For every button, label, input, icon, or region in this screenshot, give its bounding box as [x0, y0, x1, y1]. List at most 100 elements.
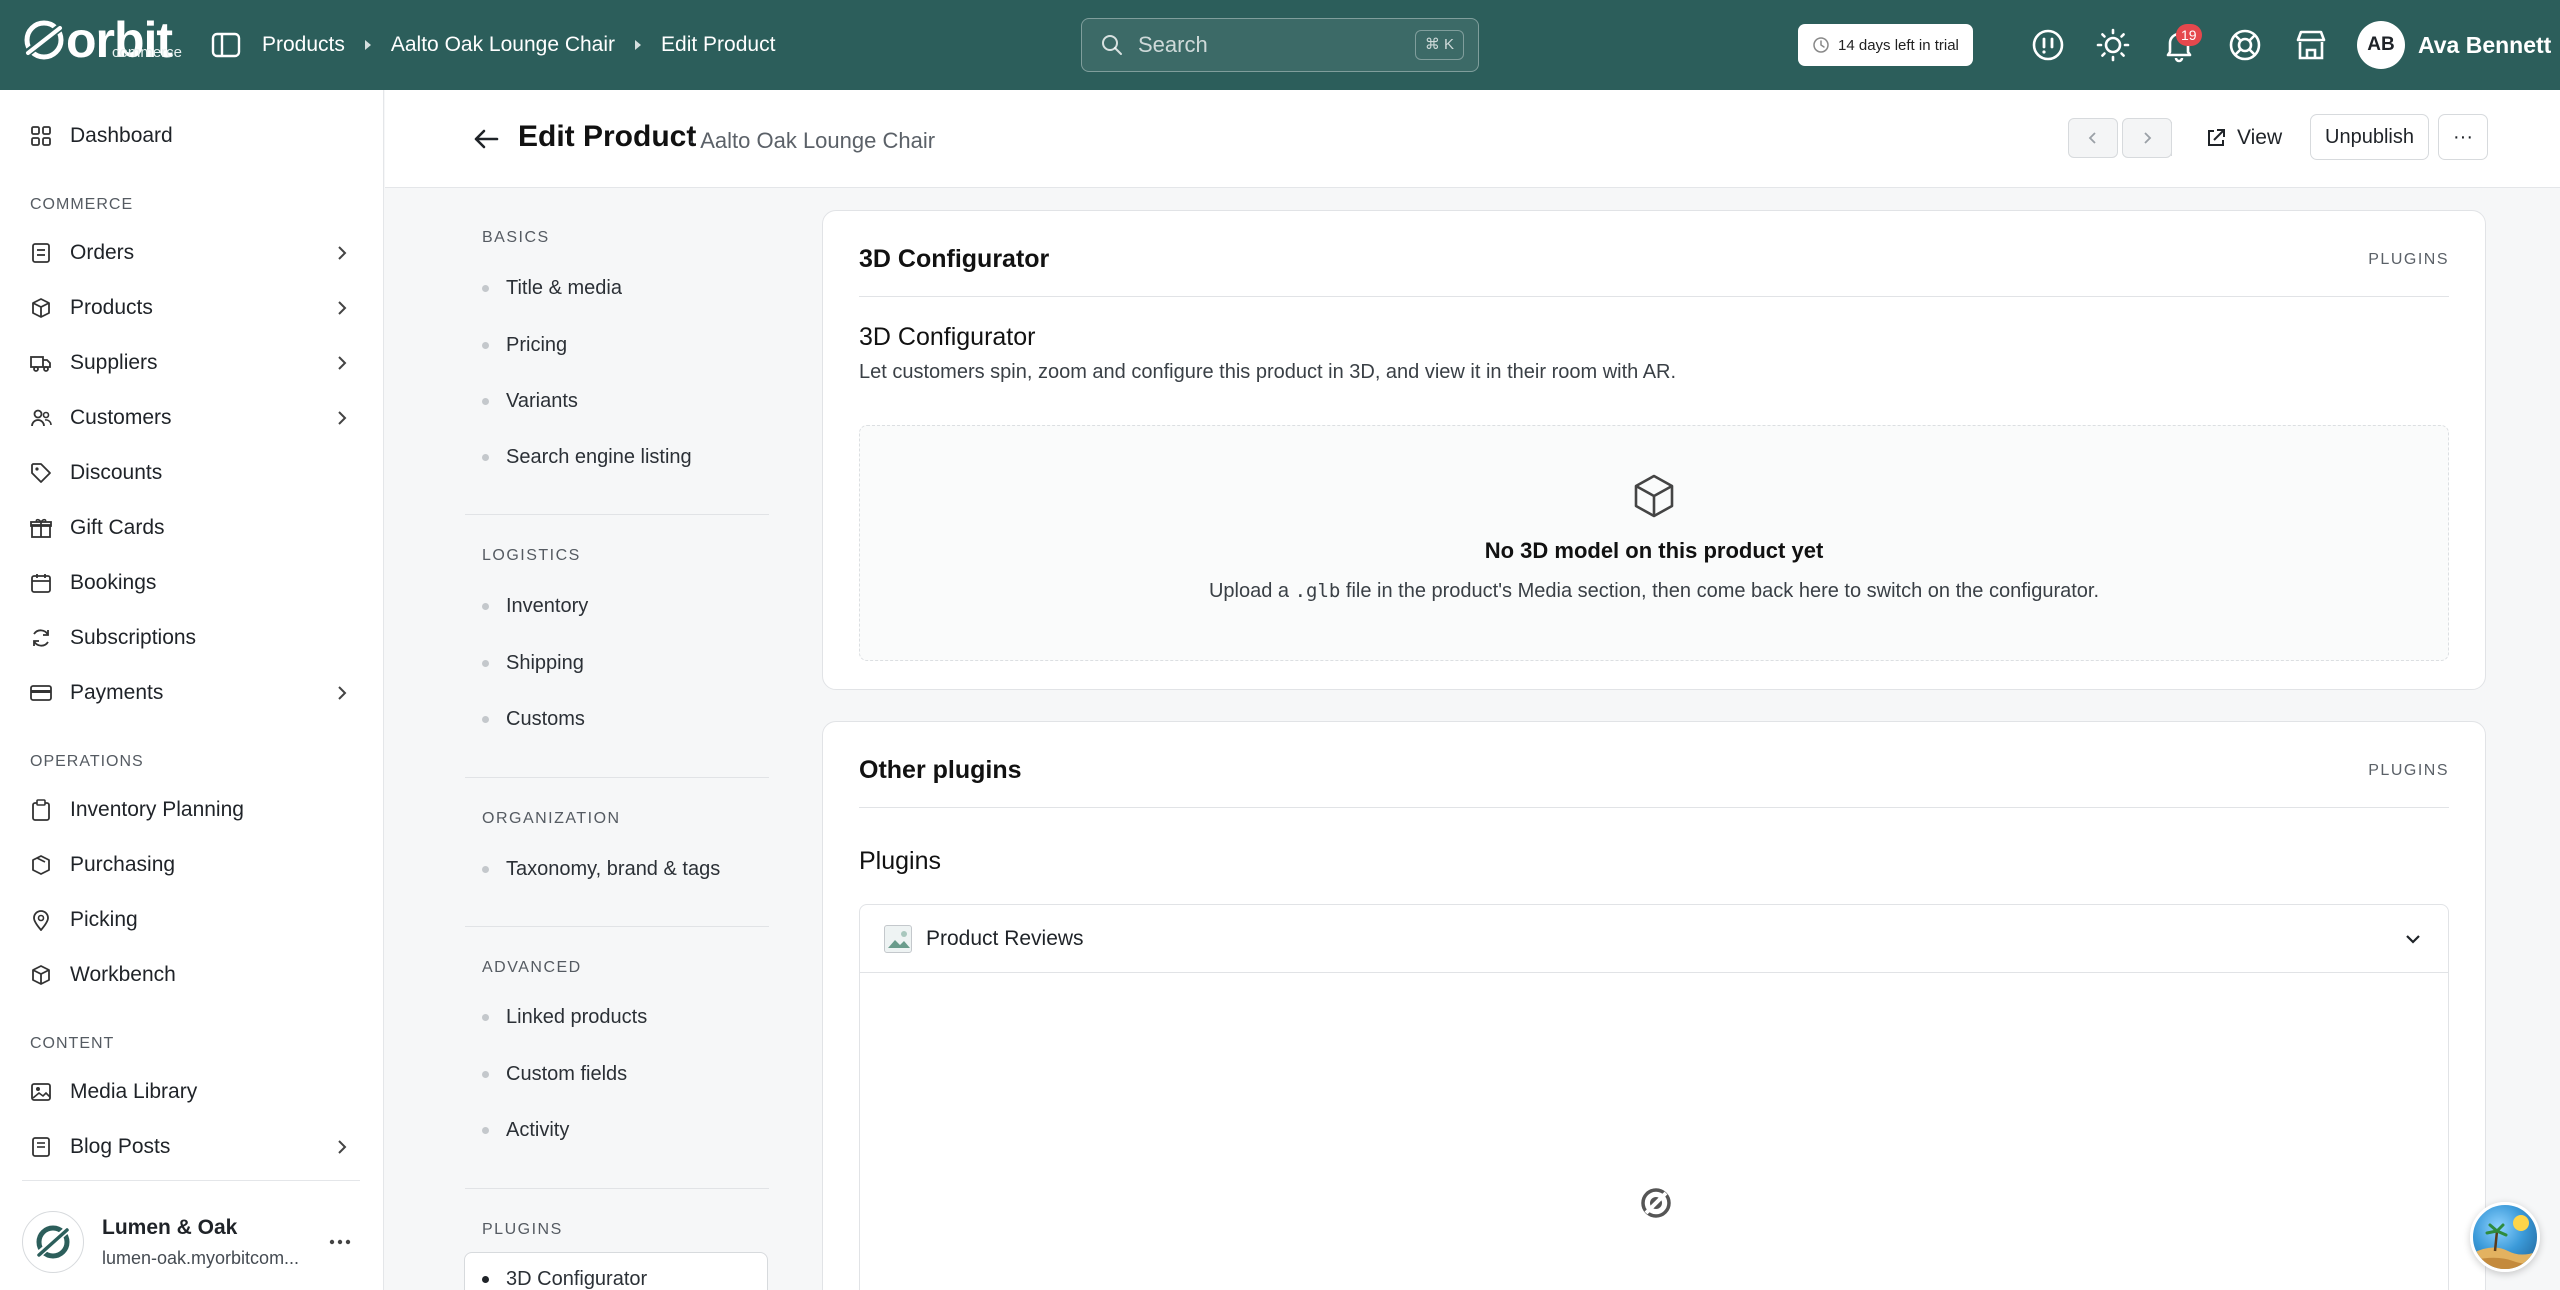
sidebar-item-label: Gift Cards [70, 516, 165, 539]
store-name: Lumen & Oak [102, 1215, 238, 1239]
page-title: Edit Product [518, 120, 697, 153]
sidebar-item-gift-cards[interactable]: Gift Cards [0, 503, 384, 553]
chevron-right-icon [338, 1140, 347, 1154]
breadcrumb-product-name[interactable]: Aalto Oak Lounge Chair [391, 33, 615, 57]
section-nav-divider [465, 514, 769, 515]
section-nav-item-shipping[interactable]: Shipping [482, 648, 584, 678]
chevron-left-icon [2088, 132, 2096, 144]
sidebar-item-inventory-planning[interactable]: Inventory Planning [0, 785, 384, 835]
unpublish-button[interactable]: Unpublish [2310, 114, 2429, 160]
sidebar-item-products[interactable]: Products [0, 283, 384, 333]
empty-desc-text: Upload a [1208, 580, 1295, 602]
breadcrumb-separator-icon [635, 40, 642, 50]
breadcrumb-products[interactable]: Products [262, 33, 345, 57]
top-bar: orbit commerce Products Aalto Oak Lounge… [0, 0, 2560, 90]
breadcrumb: Products Aalto Oak Lounge Chair Edit Pro… [262, 0, 775, 90]
bullet [482, 1275, 489, 1283]
page-header: Edit Product · Aalto Oak Lounge Chair Vi… [385, 90, 2560, 188]
avatar[interactable]: AB [2357, 21, 2405, 69]
section-nav-heading-organization: ORGANIZATION [482, 810, 621, 827]
tag-icon [31, 463, 51, 483]
section-nav-item-seo[interactable]: Search engine listing [482, 442, 692, 472]
sidebar-item-payments[interactable]: Payments [0, 668, 384, 718]
storefront-button[interactable] [2292, 26, 2330, 64]
sidebar-item-label: Inventory Planning [70, 798, 244, 821]
sidebar-item-orders[interactable]: Orders [0, 228, 384, 278]
store-switcher[interactable]: Lumen & Oak lumen-oak.myorbitcom... [22, 1202, 372, 1282]
assistant-launcher-button[interactable] [2470, 1202, 2540, 1272]
section-nav-item-activity[interactable]: Activity [482, 1115, 569, 1145]
trial-text: 14 days left in trial [1838, 36, 1959, 54]
section-nav-label: Inventory [506, 594, 589, 617]
refresh-icon [33, 629, 49, 647]
cube-icon [32, 965, 50, 985]
sidebar-divider [22, 1180, 360, 1181]
section-nav-item-customs[interactable]: Customs [482, 704, 585, 734]
sidebar-item-label: Payments [70, 681, 164, 704]
image-icon [31, 1083, 51, 1101]
orbit-logo-icon [23, 20, 65, 60]
section-nav-label: Taxonomy, brand & tags [506, 857, 721, 880]
section-nav-item-taxonomy[interactable]: Taxonomy, brand & tags [482, 854, 720, 884]
store-icon [2296, 30, 2326, 60]
sidebar-item-dashboard[interactable]: Dashboard [0, 111, 384, 161]
sidebar-toggle-button[interactable] [210, 29, 242, 61]
sidebar-item-discounts[interactable]: Discounts [0, 448, 384, 498]
bullet [482, 865, 489, 873]
view-button[interactable]: View [2205, 118, 2282, 158]
card-divider [859, 296, 2449, 297]
sidebar-item-blog-posts[interactable]: Blog Posts [0, 1122, 384, 1172]
section-nav-item-pricing[interactable]: Pricing [482, 330, 567, 360]
configurator-section-title: 3D Configurator [859, 323, 1036, 351]
sidebar-item-suppliers[interactable]: Suppliers [0, 338, 384, 388]
sidebar-item-label: Subscriptions [70, 626, 197, 649]
user-name[interactable]: Ava Bennett [2418, 0, 2551, 90]
sidebar-toggle-icon [211, 32, 241, 58]
sidebar-item-bookings[interactable]: Bookings [0, 558, 384, 608]
support-button[interactable] [2226, 26, 2264, 64]
section-nav-label: Search engine listing [506, 445, 692, 468]
section-nav-item-variants[interactable]: Variants [482, 386, 578, 416]
sidebar-item-subscriptions[interactable]: Subscriptions [0, 613, 384, 663]
section-nav-label: Customs [506, 707, 585, 730]
trial-badge[interactable]: 14 days left in trial [1798, 24, 1973, 66]
product-reviews-accordion-header[interactable]: Product Reviews [860, 905, 2448, 973]
next-product-button[interactable] [2122, 118, 2172, 158]
loading-spinner-icon [1641, 1188, 1671, 1218]
more-actions-button[interactable]: ··· [2438, 114, 2488, 160]
sidebar-item-label: Blog Posts [70, 1135, 171, 1158]
more-horizontal-icon[interactable] [326, 1232, 354, 1252]
previous-product-button[interactable] [2068, 118, 2118, 158]
section-nav-label: Variants [506, 389, 578, 412]
bullet [482, 453, 489, 461]
back-arrow-icon[interactable] [471, 124, 501, 154]
sidebar-item-picking[interactable]: Picking [0, 895, 384, 945]
section-nav-item-linked-products[interactable]: Linked products [482, 1002, 647, 1032]
section-nav-item-custom-fields[interactable]: Custom fields [482, 1059, 627, 1089]
sidebar-item-workbench[interactable]: Workbench [0, 950, 384, 1000]
orders-icon [32, 243, 50, 263]
section-nav-item-inventory[interactable]: Inventory [482, 591, 588, 621]
configurator-card: 3D Configurator PLUGINS 3D Configurator … [822, 210, 2486, 690]
sidebar-item-customers[interactable]: Customers [0, 393, 384, 443]
empty-state-description: Upload a .glb file in the product's Medi… [860, 580, 2448, 603]
help-button[interactable] [2029, 26, 2067, 64]
bullet [482, 397, 489, 405]
sidebar-item-label: Discounts [70, 461, 163, 484]
chevron-right-icon [338, 356, 347, 370]
header-divider [2171, 122, 2172, 156]
store-logo [22, 1211, 84, 1273]
theme-toggle-button[interactable] [2094, 26, 2132, 64]
section-nav-label: Custom fields [506, 1062, 628, 1085]
sidebar-item-label: Dashboard [70, 124, 173, 147]
search-input[interactable]: Search ⌘ K [1081, 18, 1479, 72]
bullet [482, 284, 489, 292]
sidebar-item-media-library[interactable]: Media Library [0, 1067, 384, 1117]
section-nav-item-3d-configurator[interactable]: 3D Configurator [482, 1264, 647, 1290]
section-nav-item-title-media[interactable]: Title & media [482, 273, 622, 303]
sidebar-item-purchasing[interactable]: Purchasing [0, 840, 384, 890]
breadcrumb-separator-icon [364, 40, 371, 50]
chevron-right-icon [338, 301, 347, 315]
theme-sun-icon [2096, 28, 2130, 62]
search-icon [1102, 35, 1122, 55]
